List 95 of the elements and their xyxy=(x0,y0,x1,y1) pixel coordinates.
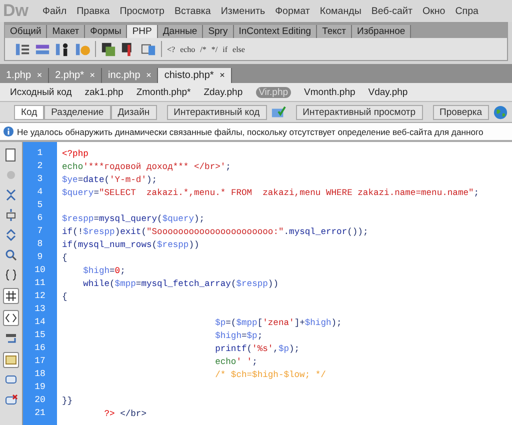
menu-item[interactable]: Формат xyxy=(275,6,310,16)
insert-tab[interactable]: Текст xyxy=(317,25,352,38)
insert-code-button[interactable]: else xyxy=(232,44,245,54)
wrap-icon[interactable] xyxy=(4,332,18,346)
related-file-link[interactable]: zak1.php xyxy=(84,86,124,98)
code-line: $query="SELECT zakazi.*,menu.* FROM zakazi,menu WHERE zakazi.name=menu.name"; xyxy=(62,188,480,198)
tag-icon[interactable] xyxy=(3,310,19,326)
related-file-link[interactable]: Исходный код xyxy=(10,86,72,98)
globe-icon[interactable] xyxy=(493,104,508,120)
view-mode-button[interactable]: Код xyxy=(14,104,44,120)
menu-item[interactable]: Просмотр xyxy=(120,6,164,16)
line-number: 2 xyxy=(36,160,44,173)
line-number: 11 xyxy=(34,277,46,290)
line-number: 12 xyxy=(34,290,46,303)
menu-item[interactable]: Вставка xyxy=(174,6,211,16)
insert-code-button[interactable]: */ xyxy=(211,44,218,54)
code-line: $respp=mysql_query($query); xyxy=(62,214,205,224)
line-number: 20 xyxy=(34,394,46,407)
image-icon[interactable] xyxy=(3,352,19,368)
coin-icon[interactable] xyxy=(75,42,90,56)
menu-item[interactable]: Спра xyxy=(455,6,478,16)
check-button[interactable]: Проверка xyxy=(432,104,490,120)
info-icon xyxy=(3,126,14,137)
document-tab[interactable]: chisto.php* × xyxy=(158,68,232,83)
insert-tab[interactable]: Данные xyxy=(158,25,204,38)
related-file-link[interactable]: Vmonth.php xyxy=(304,86,356,98)
code-line: while($mpp=mysql_fetch_array($respp)) xyxy=(82,279,278,289)
menu-item[interactable]: Изменить xyxy=(220,6,266,16)
code-line: echo' '; xyxy=(214,357,258,367)
insert-tab[interactable]: Общий xyxy=(5,25,48,38)
related-file-link[interactable]: Zmonth.php* xyxy=(136,86,191,98)
line-number: 5 xyxy=(36,199,44,212)
code-line: printf('%s',$p); xyxy=(214,344,300,354)
line-number: 8 xyxy=(36,238,44,251)
related-file-link[interactable]: Vday.php xyxy=(368,86,408,98)
insert-code-button[interactable]: /* xyxy=(200,44,206,54)
line-number: 18 xyxy=(34,368,46,381)
insert-tab[interactable]: Макет xyxy=(47,25,86,38)
save-icon[interactable] xyxy=(101,42,116,56)
insert-tab[interactable]: Формы xyxy=(85,25,128,38)
code-line: $high=$p; xyxy=(214,331,263,341)
live-code-button[interactable]: Интерактивный код xyxy=(166,104,267,120)
line-number: 13 xyxy=(34,303,46,316)
info-message: Не удалось обнаружить динамически связанные файлы, поскольку отсутствует определение веб-сайта для данного xyxy=(17,126,484,136)
line-number: 9 xyxy=(36,251,44,264)
line-number: 21 xyxy=(34,407,46,420)
document-icon[interactable] xyxy=(4,148,18,162)
insert-code-button[interactable]: if xyxy=(222,44,228,54)
code-line: $p=($mpp['zena']+$high); xyxy=(214,318,342,328)
code-line: $ye=date('Y-m-d'); xyxy=(62,175,158,185)
insert-tab[interactable]: InContext Editing xyxy=(234,25,318,38)
expand-icon[interactable] xyxy=(4,228,18,242)
related-file-link[interactable]: Zday.php xyxy=(204,86,243,98)
window-icon[interactable] xyxy=(141,42,156,56)
inspect-icon[interactable] xyxy=(270,104,286,120)
insert-tab[interactable]: Избранное xyxy=(352,25,412,38)
line-number: 4 xyxy=(36,186,44,199)
line-number: 16 xyxy=(34,342,46,355)
line-number: 1 xyxy=(36,147,44,160)
line-number: 7 xyxy=(36,225,44,238)
line-number: 15 xyxy=(34,329,46,342)
line-number: 17 xyxy=(34,355,46,368)
menu-item[interactable]: Веб-сайт xyxy=(371,6,412,16)
line-number: 6 xyxy=(36,212,44,225)
live-view-button[interactable]: Интерактивный просмотр xyxy=(296,104,423,120)
app-logo: Dw xyxy=(3,1,28,21)
braces-icon[interactable] xyxy=(4,268,18,282)
insert-tab[interactable]: PHP xyxy=(127,25,158,38)
menu-item[interactable]: Файл xyxy=(42,6,67,16)
code-line: <?php xyxy=(62,149,88,159)
line-number: 19 xyxy=(34,381,46,394)
insert-code-button[interactable]: echo xyxy=(180,44,196,54)
menu-item[interactable]: Правка xyxy=(76,6,110,16)
person-icon[interactable] xyxy=(55,42,70,56)
code-line: if(!$respp)exit("Soooooooooooooooooooooo:".mysql_error()); xyxy=(62,227,368,237)
code-line: { xyxy=(62,253,68,263)
magnifier-icon[interactable] xyxy=(4,248,18,262)
insert-tab[interactable]: Spry xyxy=(203,25,234,38)
view-mode-button[interactable]: Дизайн xyxy=(110,104,157,120)
code-line: }} xyxy=(62,396,73,406)
view-mode-button[interactable]: Разделение xyxy=(44,104,111,120)
line-number: 14 xyxy=(34,316,46,329)
menu-item[interactable]: Команды xyxy=(320,6,362,16)
insert-code-button[interactable]: <? xyxy=(167,44,176,54)
code-line: ?> </br> xyxy=(103,409,146,419)
line-number: 3 xyxy=(36,173,44,186)
code-line: /* $ch=$high-$low; */ xyxy=(214,370,326,380)
list-icon[interactable] xyxy=(15,42,30,56)
menu-item[interactable]: Окно xyxy=(422,6,446,16)
hash-icon[interactable] xyxy=(3,288,19,304)
code-line: $high=0; xyxy=(82,266,126,276)
line-number: 10 xyxy=(34,264,46,277)
code-line: if(mysql_num_rows($respp)) xyxy=(62,240,200,250)
code-line: echo'***годовой доход*** </br>'; xyxy=(62,162,231,172)
code-line: { xyxy=(62,292,68,302)
